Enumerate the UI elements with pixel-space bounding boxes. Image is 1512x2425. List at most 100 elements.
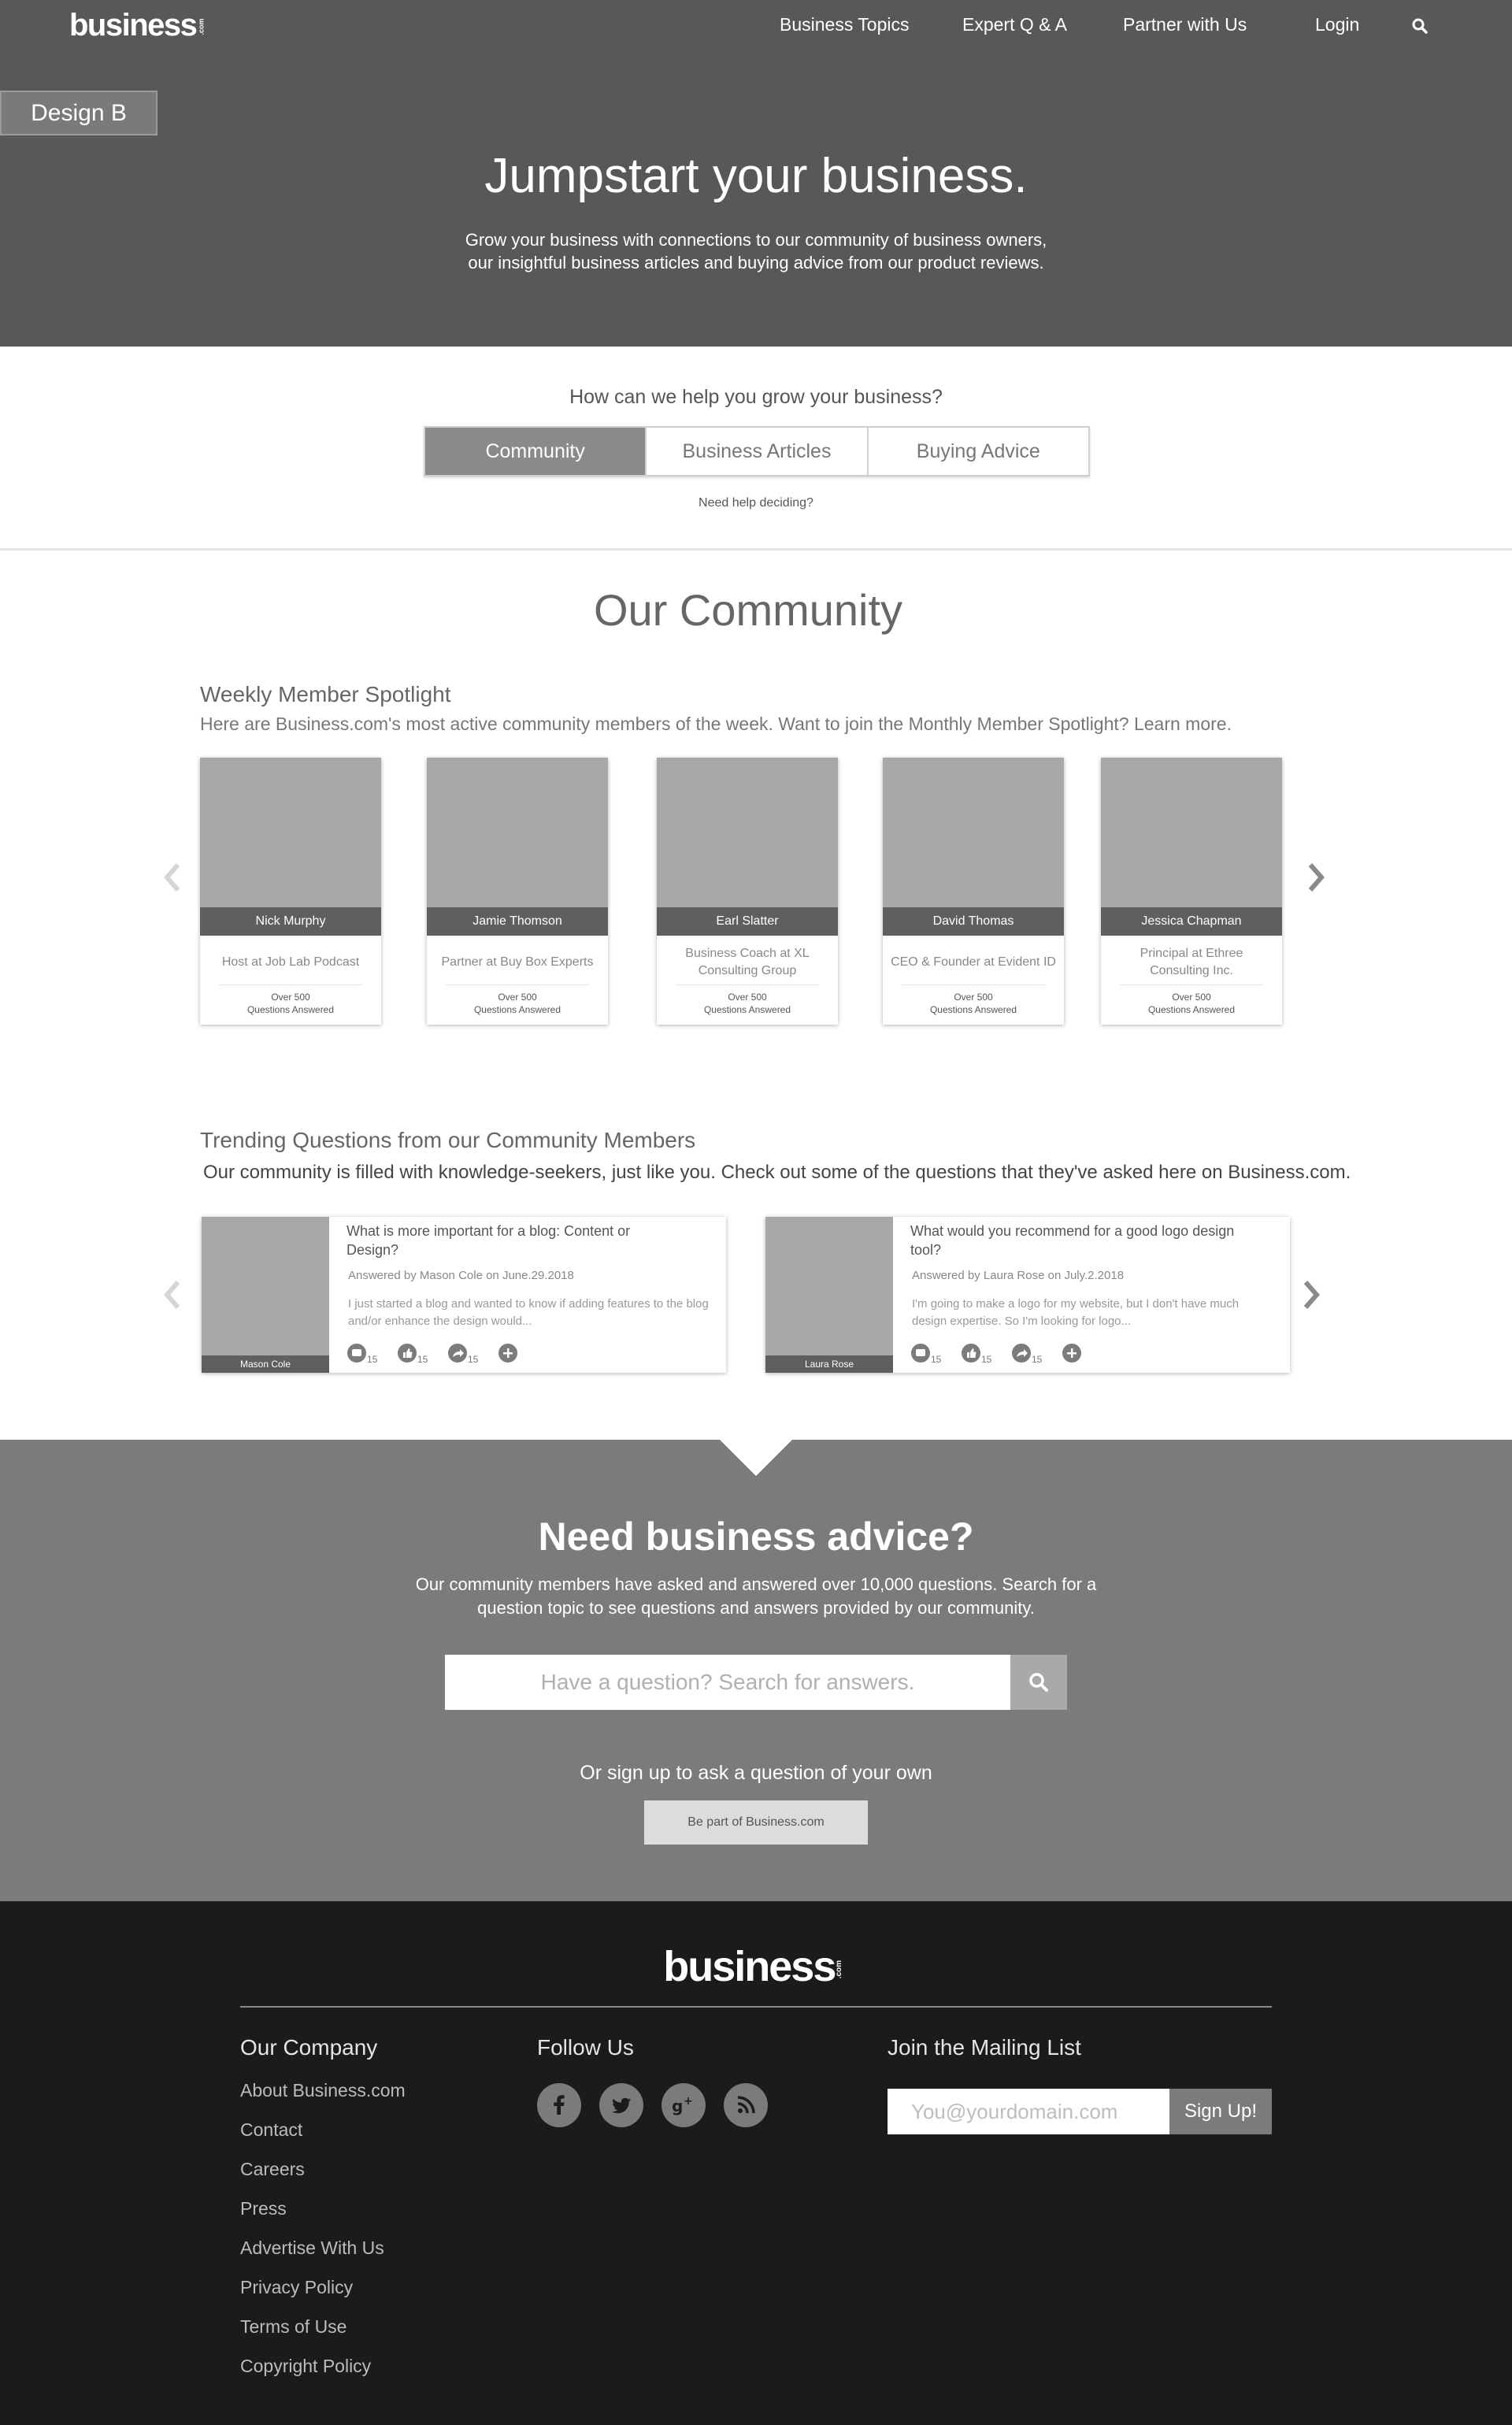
member-stat: Over 500 Questions Answered bbox=[473, 992, 561, 1015]
member-stat: Over 500 Questions Answered bbox=[929, 992, 1017, 1015]
member-role: Business Coach at XL Consulting Group bbox=[685, 947, 810, 977]
question-card[interactable]: Mason Cole What is more important for a … bbox=[202, 1217, 726, 1373]
advice-subtitle-line2: question topic to see questions and answ… bbox=[477, 1598, 1035, 1618]
nav-partner[interactable]: Partner with Us bbox=[1123, 14, 1247, 35]
svg-text:+: + bbox=[684, 2095, 693, 2108]
signup-button[interactable]: Sign Up! bbox=[1169, 2089, 1272, 2134]
site-logo[interactable]: business .com bbox=[69, 8, 209, 43]
question-title[interactable]: What is more important for a blog: Conte… bbox=[346, 1222, 685, 1259]
search-icon[interactable] bbox=[1411, 17, 1429, 35]
company-heading: Our Company bbox=[240, 2035, 378, 2060]
join-button[interactable]: Be part of Business.com bbox=[644, 1800, 868, 1845]
chevron-right-icon[interactable] bbox=[1304, 862, 1328, 893]
plus-icon bbox=[1062, 1344, 1081, 1363]
member-stat: Over 500 Questions Answered bbox=[246, 992, 335, 1015]
email-field[interactable] bbox=[888, 2089, 1169, 2134]
chevron-left-icon[interactable] bbox=[161, 1279, 184, 1311]
member-photo bbox=[200, 758, 381, 907]
like-action[interactable]: 15 bbox=[397, 1343, 444, 1366]
member-photo bbox=[1101, 758, 1282, 907]
plus-icon bbox=[498, 1344, 517, 1363]
footer-logo[interactable]: business.com bbox=[0, 1942, 1512, 1991]
svg-text:g: g bbox=[672, 2097, 683, 2115]
comment-action[interactable]: 15 bbox=[346, 1343, 394, 1366]
twitter-icon[interactable] bbox=[599, 2083, 643, 2127]
nav-expert-qa[interactable]: Expert Q & A bbox=[962, 14, 1067, 35]
question-excerpt: I just started a blog and wanted to know… bbox=[348, 1297, 709, 1328]
footer-link-about[interactable]: About Business.com bbox=[240, 2080, 406, 2101]
content-tabs: Community Business Articles Buying Advic… bbox=[424, 426, 1090, 476]
thumbs-up-icon bbox=[398, 1344, 417, 1363]
google-plus-icon[interactable]: g + bbox=[662, 2083, 706, 2127]
member-role: Principal at Ethree Consulting Inc. bbox=[1140, 947, 1243, 977]
member-card[interactable]: Jessica Chapman Principal at Ethree Cons… bbox=[1101, 758, 1282, 1025]
question-actions: 15 15 15 bbox=[910, 1343, 1115, 1366]
help-question: How can we help you grow your business? bbox=[569, 386, 943, 408]
footer-link-press[interactable]: Press bbox=[240, 2198, 287, 2219]
author-photo bbox=[202, 1217, 329, 1373]
signup-prompt: Or sign up to ask a question of your own bbox=[580, 1762, 932, 1784]
member-photo bbox=[427, 758, 608, 907]
tab-community[interactable]: Community bbox=[425, 428, 647, 475]
hero-subtitle-line1: Grow your business with connections to o… bbox=[465, 230, 1047, 250]
card-divider bbox=[1120, 984, 1263, 985]
spotlight-title: Weekly Member Spotlight bbox=[200, 682, 451, 706]
comment-icon bbox=[347, 1344, 366, 1363]
question-card[interactable]: Laura Rose What would you recommend for … bbox=[765, 1217, 1290, 1373]
advice-subtitle-line1: Our community members have asked and ans… bbox=[415, 1574, 1097, 1594]
tab-business-articles[interactable]: Business Articles bbox=[647, 428, 869, 475]
spotlight-description[interactable]: Here are Business.com's most active comm… bbox=[200, 714, 1232, 735]
like-action[interactable]: 15 bbox=[961, 1343, 1008, 1366]
follow-heading: Follow Us bbox=[537, 2035, 634, 2060]
card-divider bbox=[446, 984, 589, 985]
question-search-button[interactable] bbox=[1010, 1655, 1067, 1710]
hero-subtitle-line2: our insightful business articles and buy… bbox=[468, 253, 1044, 273]
section-divider bbox=[0, 548, 1512, 551]
member-card[interactable]: David Thomas CEO & Founder at Evident ID… bbox=[883, 758, 1064, 1025]
community-title: Our Community bbox=[593, 585, 903, 635]
facebook-icon[interactable] bbox=[537, 2083, 581, 2127]
footer-link-terms[interactable]: Terms of Use bbox=[240, 2316, 346, 2338]
member-name: Jessica Chapman bbox=[1101, 907, 1282, 936]
member-card[interactable]: Nick Murphy Host at Job Lab Podcast Over… bbox=[200, 758, 381, 1025]
question-search-input[interactable] bbox=[445, 1655, 1010, 1710]
share-action[interactable]: 15 bbox=[1011, 1343, 1058, 1366]
member-name: Earl Slatter bbox=[657, 907, 838, 936]
question-actions: 15 15 15 bbox=[346, 1343, 551, 1366]
footer-link-privacy[interactable]: Privacy Policy bbox=[240, 2277, 353, 2298]
comment-action[interactable]: 15 bbox=[910, 1343, 958, 1366]
share-icon bbox=[448, 1344, 467, 1363]
nav-business-topics[interactable]: Business Topics bbox=[780, 14, 910, 35]
tab-buying-advice[interactable]: Buying Advice bbox=[868, 428, 1088, 475]
footer-link-advertise[interactable]: Advertise With Us bbox=[240, 2238, 384, 2259]
footer-link-copyright[interactable]: Copyright Policy bbox=[240, 2356, 371, 2377]
member-role: Host at Job Lab Podcast bbox=[221, 955, 360, 969]
card-divider bbox=[219, 984, 362, 985]
question-title[interactable]: What would you recommend for a good logo… bbox=[910, 1222, 1249, 1259]
footer-divider bbox=[240, 2006, 1272, 2008]
member-role: CEO & Founder at Evident ID bbox=[891, 955, 1056, 969]
mailing-heading: Join the Mailing List bbox=[888, 2035, 1081, 2060]
card-divider bbox=[676, 984, 819, 985]
author-photo bbox=[765, 1217, 893, 1373]
member-photo bbox=[657, 758, 838, 907]
chevron-right-icon[interactable] bbox=[1299, 1279, 1323, 1311]
thumbs-up-icon bbox=[962, 1344, 980, 1363]
add-action[interactable] bbox=[498, 1343, 545, 1366]
member-role: Partner at Buy Box Experts bbox=[441, 955, 594, 969]
share-action[interactable]: 15 bbox=[447, 1343, 495, 1366]
help-deciding-link[interactable]: Need help deciding? bbox=[0, 496, 1512, 510]
member-card[interactable]: Jamie Thomson Partner at Buy Box Experts… bbox=[427, 758, 608, 1025]
add-action[interactable] bbox=[1062, 1343, 1109, 1366]
footer-link-careers[interactable]: Careers bbox=[240, 2159, 305, 2180]
member-card[interactable]: Earl Slatter Business Coach at XL Consul… bbox=[657, 758, 838, 1025]
nav-login[interactable]: Login bbox=[1315, 14, 1359, 35]
footer-link-contact[interactable]: Contact bbox=[240, 2119, 302, 2141]
member-stat: Over 500 Questions Answered bbox=[1147, 992, 1236, 1015]
question-meta: Answered by Mason Cole on June.29.2018 bbox=[348, 1269, 574, 1282]
comment-icon bbox=[911, 1344, 930, 1363]
chevron-left-icon[interactable] bbox=[161, 862, 184, 893]
hero-title: Jumpstart your business. bbox=[484, 149, 1028, 203]
advice-title: Need business advice? bbox=[538, 1515, 974, 1559]
rss-icon[interactable] bbox=[724, 2083, 768, 2127]
